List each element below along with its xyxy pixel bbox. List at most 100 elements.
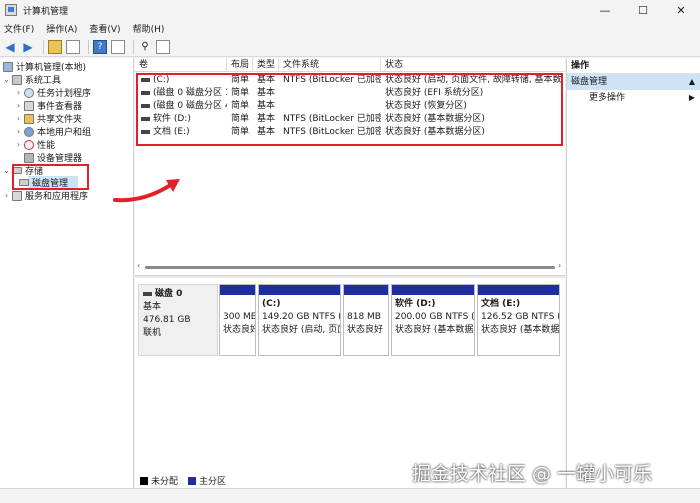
chevron-right-icon[interactable]: › [14, 140, 23, 149]
partition-block[interactable]: 文档 (E:) 126.52 GB NTFS (E 状态良好 (基本数据 [477, 284, 560, 356]
partition-block[interactable]: (C:) 149.20 GB NTFS (E 状态良好 (启动, 页面 [258, 284, 341, 356]
partition-name [223, 298, 252, 311]
chevron-right-icon[interactable]: › [14, 101, 23, 110]
partition-size: 300 ME [223, 312, 255, 322]
show-tree-icon[interactable] [66, 39, 80, 54]
partition-name [347, 298, 385, 311]
tree-item-performance[interactable]: › 性能 [14, 138, 55, 151]
toolbar-separator [88, 39, 89, 54]
toolbar-separator [43, 39, 44, 54]
column-status[interactable]: 状态 [381, 58, 565, 72]
legend-swatch-unallocated [140, 476, 148, 485]
menu-action[interactable]: 操作(A) [46, 22, 77, 35]
legend-primary: 主分区 [199, 477, 227, 487]
partition-size: 200.00 GB NTFS (B [395, 312, 474, 322]
tree-services-label: 服务和应用程序 [25, 192, 89, 202]
partition-block[interactable]: 818 MB 状态良好 [343, 284, 389, 356]
partition-status: 状态良好 (基本数据 [481, 325, 559, 335]
chevron-right-icon: ▶ [688, 93, 695, 102]
menu-help[interactable]: 帮助(H) [133, 22, 165, 35]
column-filesystem[interactable]: 文件系统 [279, 58, 381, 72]
computer-management-window: 计算机管理 — ☐ ✕ 文件(F) 操作(A) 查看(V) 帮助(H) ◀ ▶ … [0, 0, 700, 503]
forward-arrow-icon[interactable]: ▶ [21, 40, 35, 54]
tree-item-shared-folders[interactable]: › 共享文件夹 [14, 112, 82, 125]
help-icon[interactable]: ? [93, 39, 107, 54]
volume-list-pane: 卷 布局 类型 文件系统 状态 (C:) 简单 基本 NTFS (BitLock… [135, 58, 565, 488]
partition-status: 状态良好 (启动, 页面 [262, 325, 340, 335]
actions-section-label: 磁盘管理 [571, 77, 608, 87]
partition-block[interactable]: 软件 (D:) 200.00 GB NTFS (B 状态良好 (基本数据 [391, 284, 475, 356]
chevron-right-icon[interactable]: › [2, 191, 11, 200]
menu-bar: 文件(F) 操作(A) 查看(V) 帮助(H) [0, 20, 700, 37]
disk-name: 磁盘 0 [155, 289, 183, 299]
services-icon [12, 190, 22, 201]
properties-icon[interactable] [111, 39, 125, 54]
back-arrow-icon[interactable]: ◀ [3, 40, 17, 54]
chevron-down-icon[interactable]: ⌄ [2, 166, 11, 175]
scroll-left-icon[interactable]: ‹ [137, 261, 140, 270]
more-actions-item[interactable]: 更多操作 ▶ [567, 90, 700, 106]
column-type[interactable]: 类型 [253, 58, 279, 72]
tree-services[interactable]: › 服务和应用程序 [2, 189, 88, 202]
collapse-up-icon[interactable]: ▲ [689, 74, 695, 90]
partition-name: (C:) [262, 299, 281, 309]
title-bar: 计算机管理 — ☐ ✕ [0, 0, 700, 20]
actions-section-disk-management[interactable]: 磁盘管理 ▲ [567, 74, 700, 90]
tree-item-label: 本地用户和组 [37, 128, 92, 138]
tree-item-task-scheduler[interactable]: › 任务计划程序 [14, 86, 91, 99]
actions-header: 操作 [567, 58, 700, 74]
partition-size: 149.20 GB NTFS (E [262, 312, 340, 322]
toolbar-separator [133, 39, 134, 54]
clock-icon [24, 87, 34, 98]
close-button[interactable]: ✕ [662, 0, 700, 20]
watermark-text: 掘金技术社区 @ 一罐小可乐 [412, 463, 653, 485]
disk-icon [143, 291, 152, 296]
disk-state: 联机 [143, 328, 162, 338]
export-list-icon[interactable] [156, 39, 170, 54]
chevron-down-icon[interactable]: ⌄ [2, 75, 11, 84]
partition-name: 文档 (E:) [481, 299, 521, 309]
partition-status: 状态良好 [347, 325, 384, 335]
tree-item-label: 性能 [37, 141, 56, 151]
tree-item-label: 事件查看器 [37, 102, 83, 112]
legend-unallocated: 未分配 [151, 477, 179, 487]
disk-graphical-view: 磁盘 0 基本 476.81 GB 联机 300 ME 状态良好 (C:) 14… [135, 278, 565, 473]
tree-item-event-viewer[interactable]: › 事件查看器 [14, 99, 82, 112]
tree-system-tools[interactable]: ⌄ 系统工具 [2, 73, 61, 86]
up-folder-icon[interactable] [48, 39, 62, 54]
horizontal-scrollbar[interactable] [145, 266, 555, 269]
tree-item-device-manager[interactable]: 设备管理器 [14, 151, 82, 164]
maximize-button[interactable]: ☐ [624, 0, 662, 20]
chevron-right-icon[interactable]: › [14, 88, 23, 97]
more-actions-label: 更多操作 [589, 93, 626, 103]
toolbar: ◀ ▶ ? ⚲ [0, 37, 700, 57]
partition-block[interactable]: 300 ME 状态良好 [219, 284, 256, 356]
tree-item-label: 任务计划程序 [37, 89, 92, 99]
scroll-right-icon[interactable]: › [558, 261, 561, 270]
column-layout[interactable]: 布局 [227, 58, 253, 72]
tree-root-label: 计算机管理(本地) [16, 63, 87, 73]
highlight-box [12, 164, 89, 190]
users-icon [24, 126, 34, 137]
tree-item-label: 共享文件夹 [37, 115, 83, 125]
chevron-right-icon[interactable]: › [14, 114, 23, 123]
tree-root[interactable]: 计算机管理(本地) [2, 60, 86, 73]
tree-item-label: 设备管理器 [37, 154, 83, 164]
connect-icon[interactable]: ⚲ [138, 40, 152, 54]
device-manager-icon [24, 152, 34, 163]
chevron-right-icon[interactable]: › [14, 127, 23, 136]
computer-management-icon [5, 4, 17, 16]
highlight-box [136, 73, 563, 146]
column-volume[interactable]: 卷 [135, 58, 227, 72]
list-header: 卷 布局 类型 文件系统 状态 [135, 58, 565, 72]
menu-view[interactable]: 查看(V) [89, 22, 120, 35]
tree-item-local-users[interactable]: › 本地用户和组 [14, 125, 91, 138]
status-bar [0, 488, 700, 503]
legend-swatch-primary [188, 476, 197, 485]
disk-info[interactable]: 磁盘 0 基本 476.81 GB 联机 [138, 284, 218, 356]
window-title: 计算机管理 [23, 6, 69, 17]
minimize-button[interactable]: — [586, 0, 624, 20]
partition-status: 状态良好 [223, 325, 255, 335]
menu-file[interactable]: 文件(F) [4, 22, 34, 35]
tools-icon [12, 74, 22, 85]
